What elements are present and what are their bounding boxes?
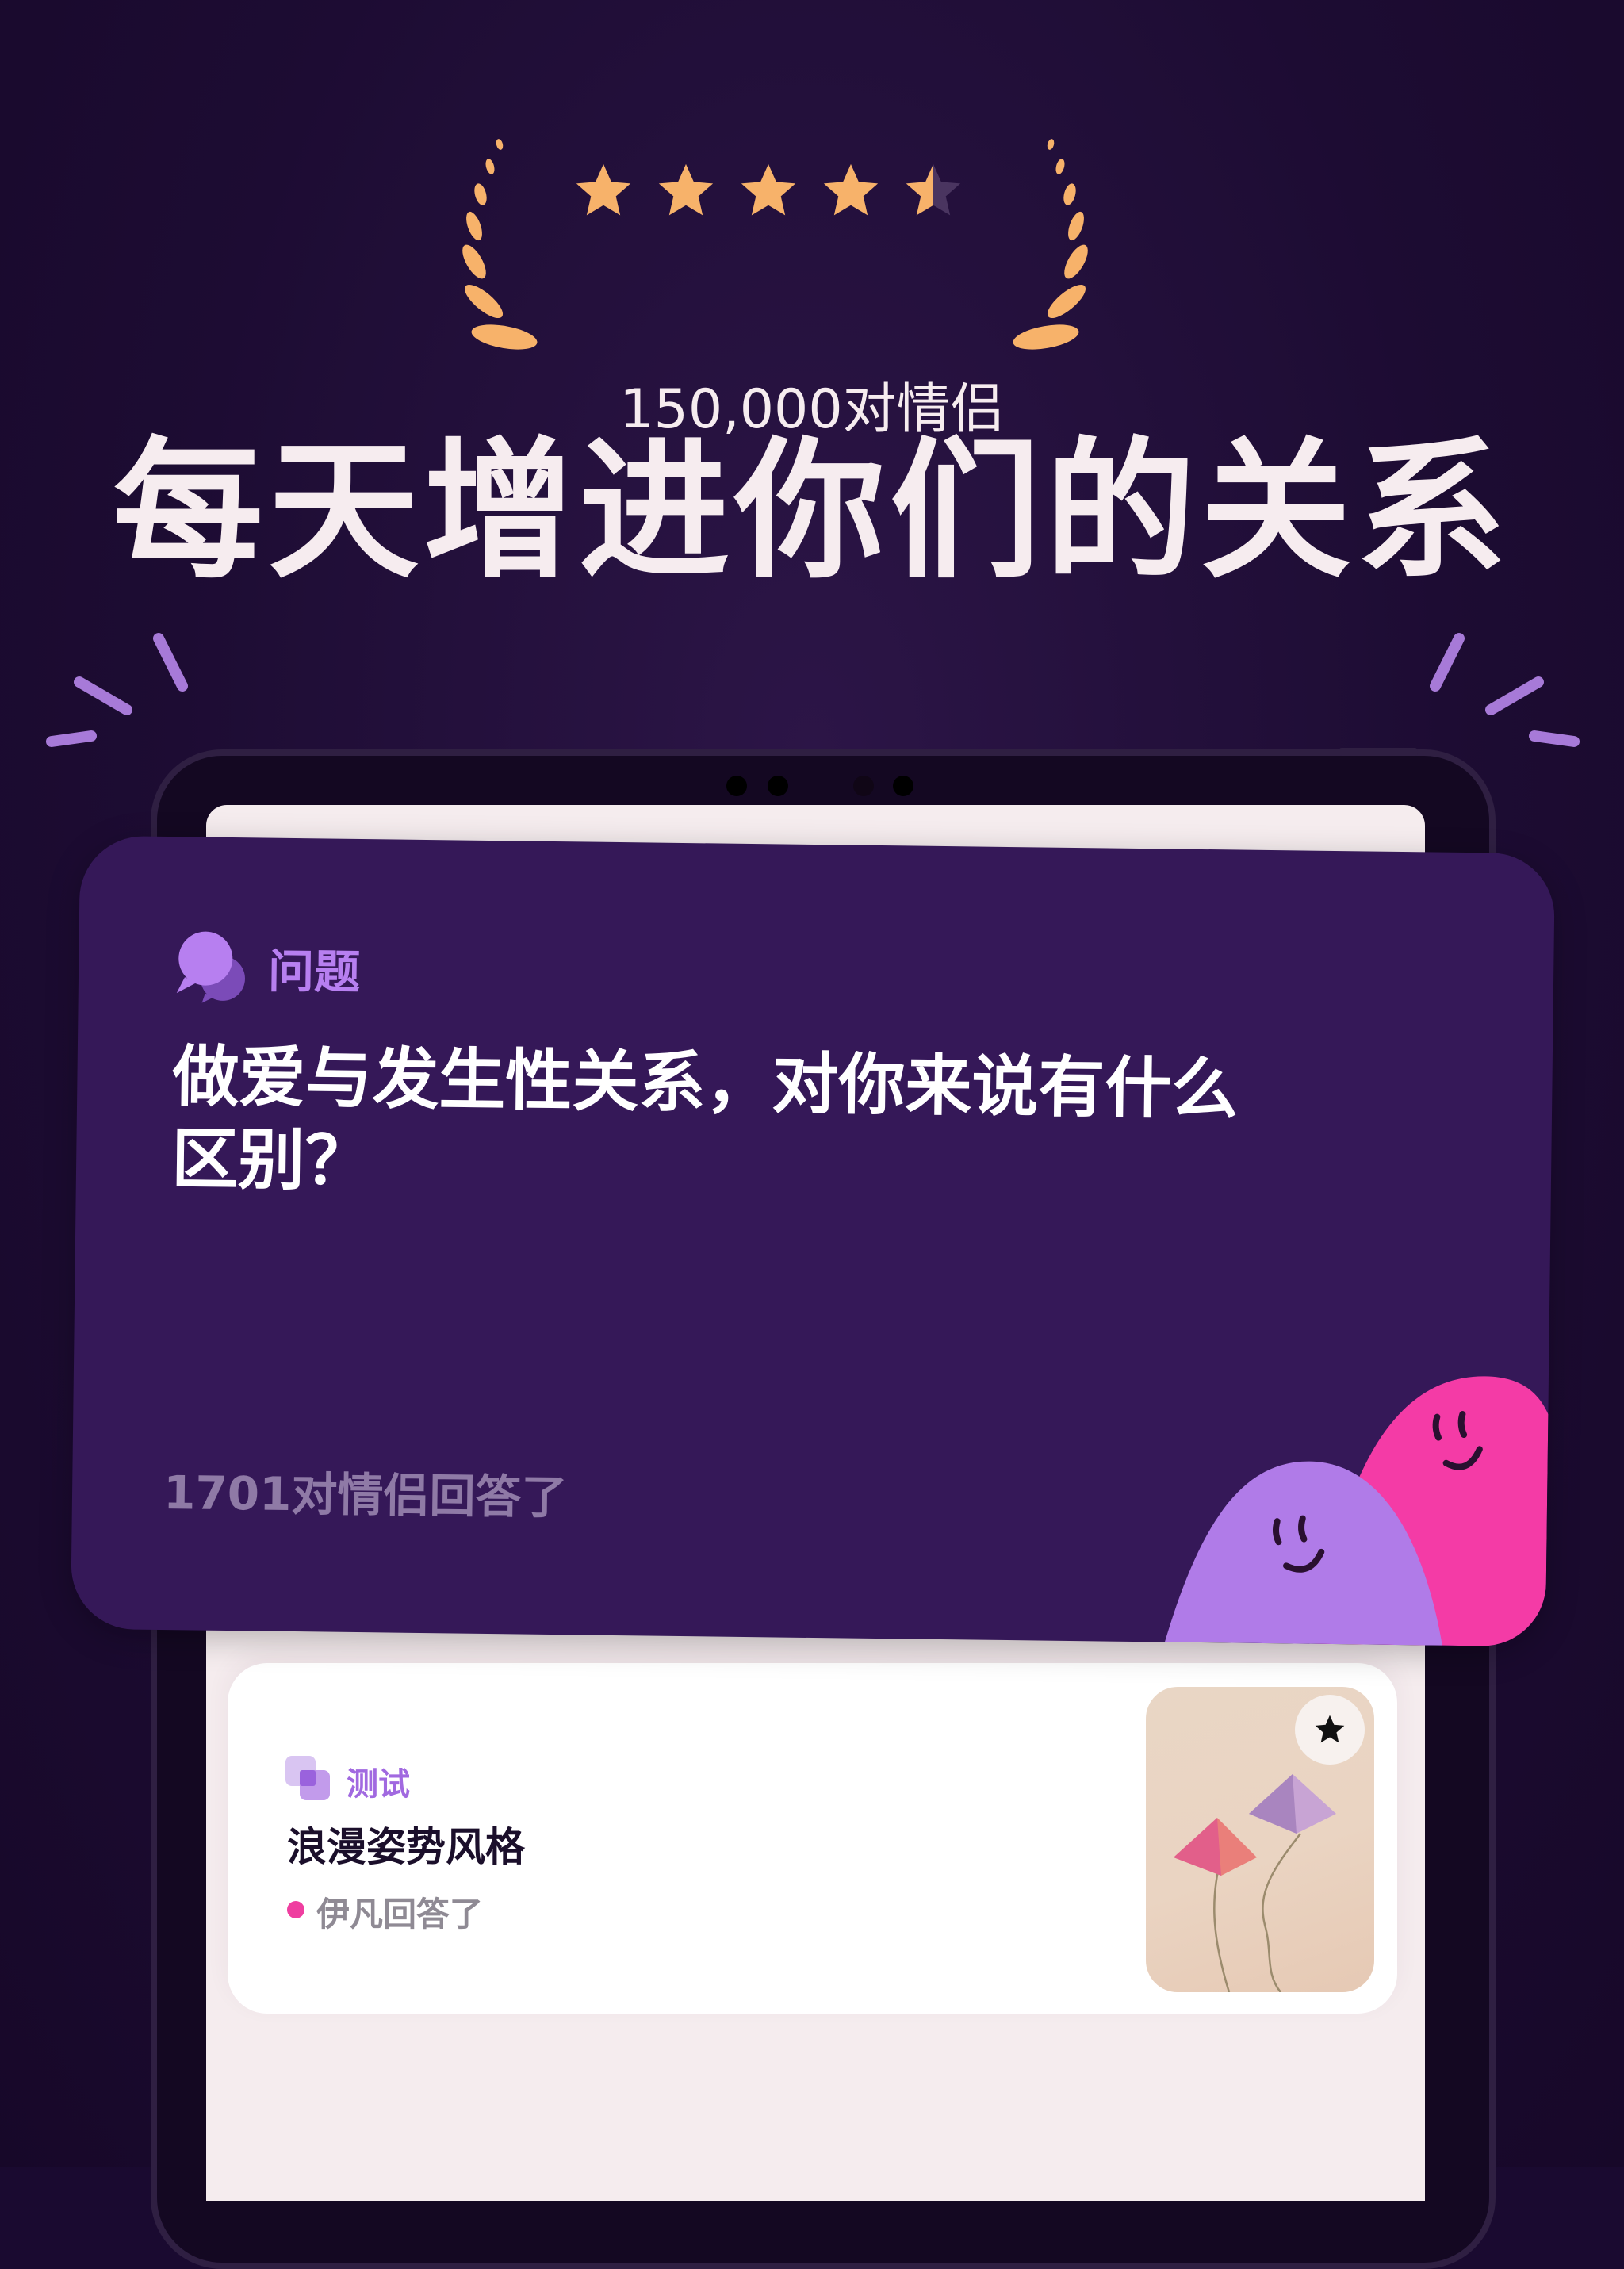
question-text: 做爱与发生性关系，对你来说有什么区别？ xyxy=(170,1037,1239,1201)
star-icon xyxy=(1315,1715,1345,1743)
star-icon xyxy=(658,163,714,216)
star-rating xyxy=(571,159,967,238)
headline: 每天增进你们的关系 xyxy=(112,424,1511,599)
half-star-icon xyxy=(906,163,961,216)
question-card[interactable]: 问题 做爱与发生性关系，对你来说有什么区别？ 1701对情侣回答了 xyxy=(70,835,1556,1647)
sparkle-right-icon xyxy=(1430,633,1580,747)
side-button xyxy=(1339,748,1418,756)
star-icon xyxy=(823,163,879,216)
sparkle-left-icon xyxy=(46,633,188,747)
answered-count: 1701对情侣回答了 xyxy=(163,1466,568,1525)
status-dot xyxy=(287,1901,304,1918)
test-answered: 伊凡回答了 xyxy=(316,1895,484,1934)
question-header: 问题 xyxy=(174,928,361,1006)
question-label: 问题 xyxy=(267,944,361,999)
camera-dot xyxy=(853,776,874,796)
laurel-left-icon xyxy=(462,139,538,350)
rating-badge: 150,000对情侣 xyxy=(0,119,1624,441)
camera-dot xyxy=(768,776,788,796)
test-card[interactable]: 测试 浪漫姿势风格 伊凡回答了 xyxy=(228,1663,1397,2014)
test-label: 测试 xyxy=(347,1766,410,1803)
camera-dot xyxy=(893,776,914,796)
star-icon xyxy=(741,163,796,216)
test-squares-icon xyxy=(285,1756,330,1800)
star-icon xyxy=(576,163,631,216)
test-title: 浪漫姿势风格 xyxy=(287,1824,525,1870)
mascot-blobs xyxy=(1164,1376,1549,1647)
camera-dot xyxy=(726,776,747,796)
chat-bubbles-icon xyxy=(176,931,245,1003)
kites-image xyxy=(1146,1687,1374,1992)
favorite-button[interactable] xyxy=(1295,1695,1365,1765)
laurel-right-icon xyxy=(1013,139,1088,350)
